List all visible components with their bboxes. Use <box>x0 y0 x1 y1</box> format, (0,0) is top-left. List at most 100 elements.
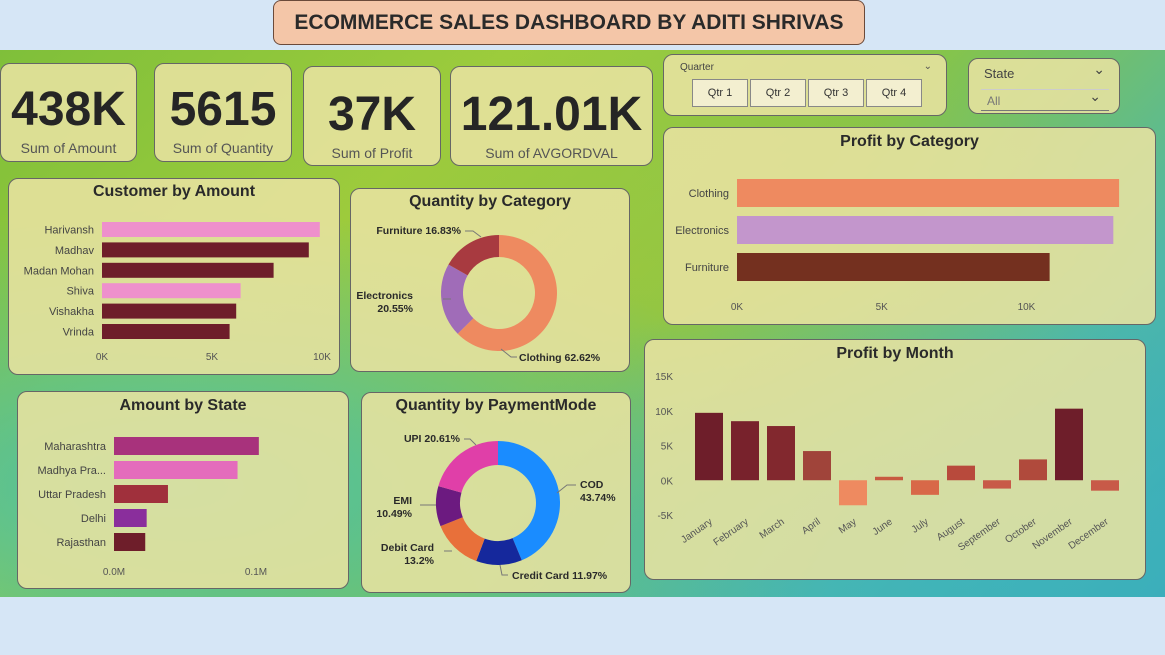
bar <box>114 533 146 551</box>
state-dropdown-value: All <box>987 94 1001 108</box>
state-slicer-label: State <box>984 66 1015 81</box>
category-label: June <box>871 516 895 538</box>
bar <box>114 461 238 479</box>
donut-slice <box>440 517 485 562</box>
quantity-by-paymentmode-card: Quantity by PaymentMode COD 43.74% Credit … <box>361 392 631 593</box>
data-label: Debit Card <box>381 542 434 554</box>
state-slicer: State ⌄ All ⌄ <box>968 58 1120 114</box>
tick-label: 15K <box>655 372 673 383</box>
bar <box>737 216 1114 244</box>
bar <box>737 253 1050 281</box>
data-label: UPI 20.61% <box>404 433 461 445</box>
kpi-label-quantity: Sum of Quantity <box>172 140 274 156</box>
amount-by-state-chart: Maharashtra Madhya Pra... Uttar Pradesh Del… <box>38 437 267 578</box>
category-label: February <box>712 516 751 548</box>
leader-line <box>464 438 477 446</box>
kpi-label-avgordval: Sum of AVGORDVAL <box>485 145 618 161</box>
kpi-value-avgordval: 121.01K <box>460 88 643 141</box>
bar <box>1055 408 1083 481</box>
profit-by-category-card: Profit by Category Clothing Electronics Fu… <box>663 127 1156 325</box>
chevron-down-icon[interactable]: ⌄ <box>924 61 932 72</box>
category-label: March <box>758 516 787 541</box>
quarter-button-qtr2[interactable]: Qtr 2 <box>750 79 806 107</box>
leader-line <box>465 230 482 238</box>
bar <box>102 262 274 278</box>
tick-label: 0K <box>731 302 744 313</box>
tick-label: 0K <box>661 476 674 487</box>
profit-by-category-chart: Clothing Electronics Furniture 0K 5K 10K <box>675 179 1120 313</box>
bar <box>102 324 230 339</box>
kpi-label-profit: Sum of Profit <box>331 145 413 161</box>
bar <box>911 480 939 495</box>
quantity-by-category-chart: Clothing 62.62% Electronics20.55% Furnitur… <box>356 225 600 364</box>
bar <box>947 465 975 481</box>
category-label: Delhi <box>81 513 106 525</box>
bar <box>1091 480 1119 491</box>
tick-label: 5K <box>876 302 889 313</box>
data-label: COD <box>580 479 604 491</box>
quarter-button-qtr3[interactable]: Qtr 3 <box>808 79 864 107</box>
category-label: Maharashtra <box>44 441 107 453</box>
tick-label: 10K <box>655 407 673 418</box>
kpi-card-amount: 438K Sum of Amount <box>0 63 137 162</box>
category-label: May <box>837 516 859 536</box>
category-label: January <box>679 516 714 545</box>
tick-label: 5K <box>661 442 674 453</box>
bar <box>875 476 903 481</box>
category-label: Madan Mohan <box>24 265 94 277</box>
bar <box>983 480 1011 489</box>
bar <box>737 179 1120 207</box>
quantity-by-category-card: Quantity by Category Clothing 62.62% Elec… <box>350 188 630 372</box>
category-label: July <box>910 516 931 535</box>
amount-by-state-card: Amount by State Maharashtra Madhya Pra...… <box>17 391 349 589</box>
category-label: Vishakha <box>49 306 95 318</box>
tick-label: 0.0M <box>103 567 125 578</box>
tick-label: -5K <box>657 511 673 522</box>
kpi-card-profit: 37K Sum of Profit <box>303 66 441 166</box>
kpi-value-profit: 37K <box>327 88 417 141</box>
tick-label: 0K <box>96 352 109 363</box>
bar <box>839 480 867 506</box>
bar <box>803 451 831 481</box>
bar <box>114 437 259 455</box>
data-label: 43.74% <box>580 492 616 504</box>
dashboard-title: ECOMMERCE SALES DASHBOARD BY ADITI SHRIV… <box>273 0 865 45</box>
quarter-slicer: Quarter ⌄ Qtr 1 Qtr 2 Qtr 3 Qtr 4 <box>663 54 947 116</box>
tick-label: 10K <box>1018 302 1036 313</box>
customer-by-amount-chart: Harivansh Madhav Madan Mohan Shiva Vishakha V… <box>24 222 331 363</box>
kpi-card-avgordval: 121.01K Sum of AVGORDVAL <box>450 66 653 166</box>
data-label: Furniture 16.83% <box>376 225 461 237</box>
category-label: Madhya Pra... <box>38 465 106 477</box>
bar <box>1019 459 1047 481</box>
tick-label: 10K <box>313 352 331 363</box>
bar <box>114 509 147 527</box>
bar <box>102 303 237 319</box>
data-label: EMI <box>393 495 412 507</box>
category-label: Clothing <box>689 188 729 200</box>
quarter-slicer-label: Quarter <box>680 62 714 73</box>
profit-by-month-card: Profit by Month -5K 0K 5K 10K 15K January Febr… <box>644 339 1146 580</box>
category-label: Rajasthan <box>56 537 106 549</box>
profit-by-month-chart: -5K 0K 5K 10K 15K JanuaryFebruary March April Ma… <box>655 372 1119 554</box>
category-label: Furniture <box>685 262 729 274</box>
data-label: 10.49% <box>376 508 412 520</box>
category-label: August <box>935 516 967 543</box>
category-label: Shiva <box>66 286 94 298</box>
quarter-button-qtr4[interactable]: Qtr 4 <box>866 79 922 107</box>
category-label: April <box>800 516 823 536</box>
bar <box>731 421 759 481</box>
chevron-down-icon[interactable]: ⌄ <box>1093 62 1105 78</box>
state-dropdown[interactable]: All ⌄ <box>981 89 1109 111</box>
tick-label: 5K <box>206 352 219 363</box>
bar <box>695 412 723 481</box>
quarter-button-qtr1[interactable]: Qtr 1 <box>692 79 748 107</box>
data-label: Credit Card 11.97% <box>512 570 608 582</box>
category-label: Uttar Pradesh <box>38 489 106 501</box>
bar <box>102 242 309 258</box>
bar <box>114 485 168 503</box>
quantity-by-paymentmode-chart: COD43.74% Credit Card 11.97% Debit Card13.… <box>376 433 616 582</box>
category-label: December <box>1067 516 1112 552</box>
category-label: Madhav <box>55 245 95 257</box>
chevron-down-icon: ⌄ <box>1089 89 1101 105</box>
leader-line <box>556 484 576 494</box>
